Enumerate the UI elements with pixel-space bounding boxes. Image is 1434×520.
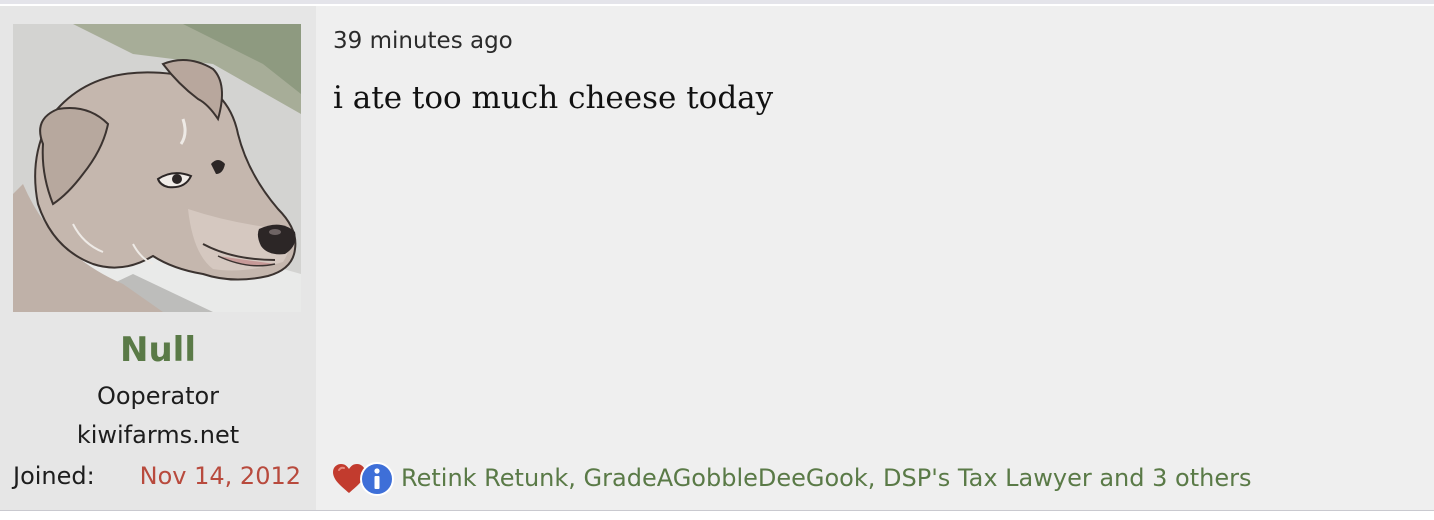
reaction-users-link[interactable]: Retink Retunk, GradeAGobbleDeeGook, DSP'… [401, 462, 1251, 494]
username[interactable]: Null [0, 328, 316, 372]
user-banner: kiwifarms.net [76, 421, 240, 449]
forum-post: Null Ooperator kiwifarms.net Joined: Nov… [0, 6, 1434, 510]
post-body: i ate too much cheese today [333, 80, 774, 116]
joined-label: Joined: [13, 462, 95, 490]
user-info-column: Null Ooperator kiwifarms.net Joined: Nov… [0, 6, 316, 510]
joined-date: Nov 14, 2012 [139, 462, 301, 490]
top-divider [0, 0, 1434, 4]
reaction-bar: Retink Retunk, GradeAGobbleDeeGook, DSP'… [331, 458, 1251, 498]
reaction-icons[interactable] [331, 459, 395, 497]
info-icon[interactable] [359, 461, 395, 497]
page: Null Ooperator kiwifarms.net Joined: Nov… [0, 0, 1434, 520]
user-title: Ooperator [96, 382, 220, 410]
dog-avatar[interactable] [13, 24, 301, 312]
post-timestamp[interactable]: 39 minutes ago [333, 26, 513, 56]
